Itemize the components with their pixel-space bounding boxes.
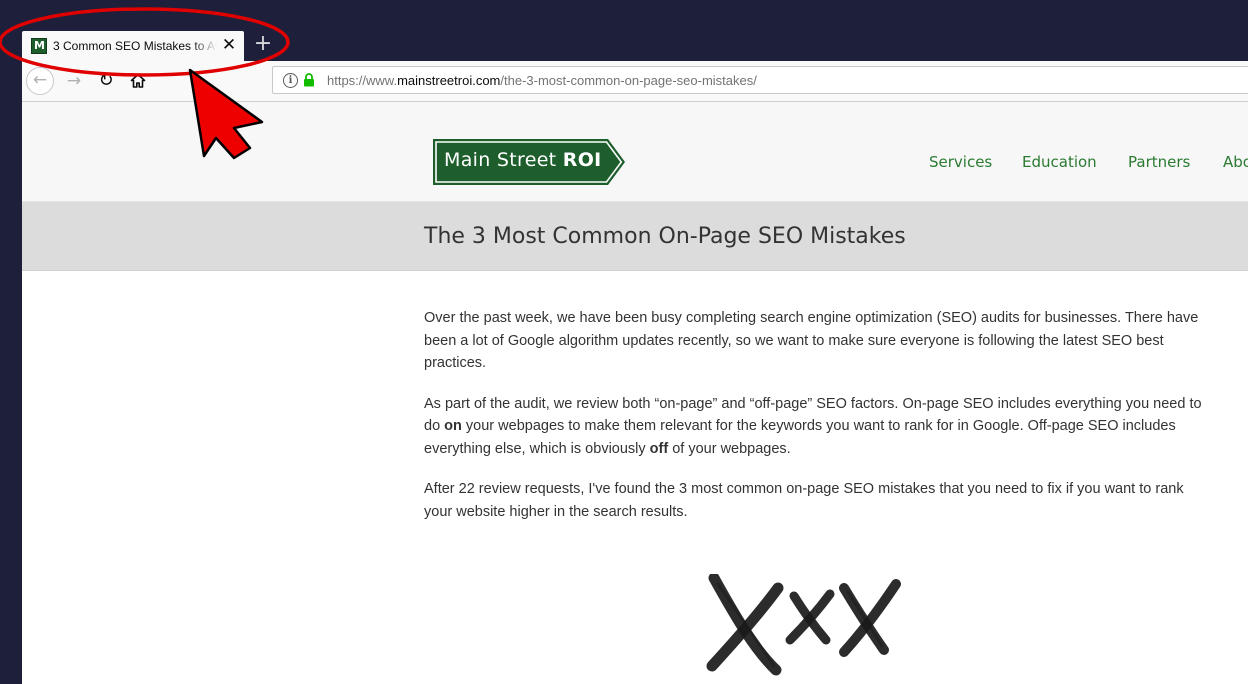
logo-text: Main Street ROI xyxy=(444,149,602,171)
p2-bold-on: on xyxy=(444,418,462,434)
nav-about[interactable]: Abo xyxy=(1223,153,1248,171)
forward-button[interactable]: → xyxy=(60,67,88,95)
address-bar[interactable]: i https://www.mainstreetroi.com/the-3-mo… xyxy=(272,66,1248,94)
logo-text-main: Main Street xyxy=(444,149,563,171)
site-header: Main Street ROI Services Education Partn… xyxy=(22,102,1248,202)
close-icon[interactable]: ✕ xyxy=(220,36,238,54)
url-domain: mainstreetroi.com xyxy=(397,73,501,88)
browser-tab[interactable]: 3 Common SEO Mistakes to Av ✕ xyxy=(22,31,244,61)
reload-button[interactable]: ↻ xyxy=(92,67,120,95)
article-content: Over the past week, we have been busy co… xyxy=(424,307,1204,541)
url-path: /the-3-most-common-on-page-seo-mistakes/ xyxy=(500,73,757,88)
favicon-icon xyxy=(31,38,47,54)
nav-services[interactable]: Services xyxy=(929,153,992,171)
title-band: The 3 Most Common On-Page SEO Mistakes xyxy=(22,202,1248,271)
article-paragraph-1: Over the past week, we have been busy co… xyxy=(424,310,1199,371)
nav-partners[interactable]: Partners xyxy=(1128,153,1190,171)
page-title: The 3 Most Common On-Page SEO Mistakes xyxy=(424,224,906,249)
home-icon xyxy=(130,73,146,88)
tab-title: 3 Common SEO Mistakes to Av xyxy=(53,39,217,53)
article-paragraph-3: After 22 review requests, I've found the… xyxy=(424,481,1184,520)
url-scheme: https://www. xyxy=(327,73,398,88)
home-button[interactable] xyxy=(124,67,152,95)
web-page: Main Street ROI Services Education Partn… xyxy=(22,102,1248,684)
p2-bold-off: off xyxy=(649,440,669,457)
logo-text-roi: ROI xyxy=(562,149,602,171)
p2-text-c: your webpages to make them relevant for … xyxy=(424,418,1176,457)
nav-education[interactable]: Education xyxy=(1022,153,1097,171)
lock-icon[interactable] xyxy=(303,73,315,87)
navigation-toolbar: ← → ↻ i https://www.mainstreetroi.com/th… xyxy=(22,61,1248,102)
new-tab-button[interactable]: + xyxy=(252,31,274,57)
article-paragraph-2: As part of the audit, we review both “on… xyxy=(424,393,1204,461)
back-button[interactable]: ← xyxy=(26,67,54,95)
site-logo[interactable]: Main Street ROI xyxy=(432,138,626,186)
p2-text-e: of your webpages. xyxy=(668,440,791,457)
url-text: https://www.mainstreetroi.com/the-3-most… xyxy=(327,73,757,88)
xxx-mistakes-image xyxy=(706,574,901,676)
info-icon[interactable]: i xyxy=(283,73,298,88)
